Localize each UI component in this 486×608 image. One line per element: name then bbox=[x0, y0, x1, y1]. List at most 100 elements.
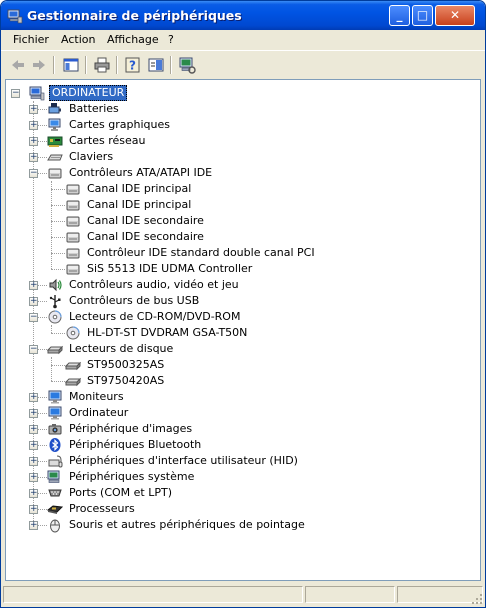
window-title: Gestionnaire de périphériques bbox=[27, 8, 242, 23]
expand-icon[interactable]: + bbox=[29, 425, 38, 434]
tree-node-label: ST9500325AS bbox=[87, 358, 165, 371]
disk-icon bbox=[65, 361, 81, 371]
scan-hardware-icon[interactable] bbox=[177, 55, 197, 75]
back-icon[interactable] bbox=[8, 55, 28, 75]
maximize-button[interactable]: □ bbox=[412, 5, 433, 26]
menu-fichier[interactable]: Fichier bbox=[13, 33, 49, 46]
tree-node-label: Lecteurs de disque bbox=[69, 342, 174, 355]
menu-help[interactable]: ? bbox=[168, 33, 174, 46]
tree-node-label: Canal IDE secondaire bbox=[87, 230, 204, 243]
tree-node-label: Lecteurs de CD-ROM/DVD-ROM bbox=[69, 310, 241, 323]
expand-icon[interactable]: + bbox=[29, 489, 38, 498]
tree-node-label: Canal IDE principal bbox=[87, 198, 192, 211]
cpu-icon bbox=[47, 505, 63, 514]
properties-help-icon[interactable]: ? bbox=[123, 55, 143, 75]
ide-icon bbox=[66, 248, 80, 259]
title-bar[interactable]: Gestionnaire de périphériques _ □ ✕ bbox=[1, 1, 485, 30]
collapse-icon[interactable]: − bbox=[11, 89, 20, 98]
disk-icon bbox=[65, 377, 81, 387]
expand-icon[interactable]: + bbox=[29, 105, 38, 114]
expand-icon[interactable]: + bbox=[29, 409, 38, 418]
tree-node-label: Contrôleurs de bus USB bbox=[69, 294, 200, 307]
status-cell bbox=[3, 586, 303, 603]
tree-branch-line bbox=[51, 357, 52, 381]
tree-node-label: Processeurs bbox=[69, 502, 135, 515]
tree-connector bbox=[51, 237, 65, 238]
svg-text:?: ? bbox=[129, 59, 136, 73]
port-icon bbox=[48, 489, 62, 497]
monitor-icon bbox=[48, 390, 62, 404]
tree-node-label: HL-DT-ST DVDRAM GSA-T50N bbox=[87, 326, 248, 339]
tree-node-label: SiS 5513 IDE UDMA Controller bbox=[87, 262, 253, 275]
bluetooth-icon bbox=[49, 438, 61, 452]
expand-icon[interactable]: + bbox=[29, 473, 38, 482]
print-icon[interactable] bbox=[92, 55, 112, 75]
tree-connector bbox=[51, 221, 65, 222]
ide-icon bbox=[66, 264, 80, 275]
expand-icon[interactable]: + bbox=[29, 137, 38, 146]
tree-node-label: Ports (COM et LPT) bbox=[69, 486, 173, 499]
tree-node-label: Périphériques système bbox=[69, 470, 195, 483]
expand-icon[interactable]: + bbox=[29, 457, 38, 466]
ide-icon bbox=[66, 232, 80, 243]
close-button[interactable]: ✕ bbox=[435, 5, 475, 26]
show-hide-console-tree-icon[interactable] bbox=[61, 55, 81, 75]
collapse-icon[interactable]: − bbox=[29, 345, 38, 354]
expand-icon[interactable]: + bbox=[29, 121, 38, 130]
tree-connector bbox=[51, 269, 65, 270]
tree-node-label: Canal IDE secondaire bbox=[87, 214, 204, 227]
toolbar-separator bbox=[116, 56, 118, 74]
close-icon: ✕ bbox=[449, 8, 461, 22]
cdrom-icon bbox=[66, 326, 80, 340]
tree-node-label: Claviers bbox=[69, 150, 114, 163]
tree-node-label: ORDINATEUR bbox=[49, 85, 128, 101]
tree-node-label: Périphériques Bluetooth bbox=[69, 438, 202, 451]
ide-icon bbox=[48, 168, 62, 179]
tree-branch-line bbox=[51, 181, 52, 269]
tree-node-label: Contrôleurs audio, vidéo et jeu bbox=[69, 278, 239, 291]
expand-icon[interactable]: + bbox=[29, 505, 38, 514]
ide-icon bbox=[66, 184, 80, 195]
usb-icon bbox=[49, 295, 61, 309]
keyboard-icon bbox=[47, 154, 63, 161]
menu-action[interactable]: Action bbox=[61, 33, 95, 46]
cdrom-icon bbox=[48, 310, 62, 324]
mouse-icon bbox=[50, 519, 60, 533]
tree-connector bbox=[51, 189, 65, 190]
tree-node-label: Contrôleurs ATA/ATAPI IDE bbox=[69, 166, 213, 179]
tree-node-label: Contrôleur IDE standard double canal PCI bbox=[87, 246, 315, 259]
toolbar-separator bbox=[53, 56, 55, 74]
camera-icon bbox=[48, 424, 62, 435]
collapse-icon[interactable]: − bbox=[29, 313, 38, 322]
collapse-icon[interactable]: − bbox=[29, 169, 38, 178]
status-cell bbox=[305, 586, 395, 603]
audio-icon bbox=[49, 278, 62, 292]
minimize-button[interactable]: _ bbox=[389, 5, 410, 26]
expand-icon[interactable]: + bbox=[29, 281, 38, 290]
resize-grip-icon[interactable] bbox=[471, 593, 483, 605]
expand-icon[interactable]: + bbox=[29, 153, 38, 162]
battery-icon bbox=[48, 103, 61, 114]
expand-icon[interactable]: + bbox=[29, 393, 38, 402]
device-tree[interactable]: ORDINATEUR − Batteries + Cartes graphiques + C… bbox=[5, 79, 481, 581]
menu-affichage[interactable]: Affichage bbox=[107, 33, 159, 46]
network-icon bbox=[47, 136, 63, 147]
maximize-icon: □ bbox=[416, 8, 429, 22]
expand-icon[interactable]: + bbox=[29, 297, 38, 306]
system-icon bbox=[47, 470, 60, 483]
tree-node-label: Ordinateur bbox=[69, 406, 129, 419]
hid-icon bbox=[48, 455, 63, 468]
disk-icon bbox=[47, 345, 63, 355]
tree-node-label: Moniteurs bbox=[69, 390, 124, 403]
ide-icon bbox=[66, 200, 80, 211]
menu-bar: Fichier Action Affichage ? bbox=[1, 30, 485, 50]
tree-node-label: Batteries bbox=[69, 102, 119, 115]
properties-icon[interactable] bbox=[146, 55, 166, 75]
forward-icon[interactable] bbox=[29, 55, 49, 75]
tree-node-label: Canal IDE principal bbox=[87, 182, 192, 195]
tree-connector bbox=[51, 205, 65, 206]
monitor-icon bbox=[48, 406, 62, 420]
status-bar bbox=[1, 583, 485, 607]
expand-icon[interactable]: + bbox=[29, 521, 38, 530]
expand-icon[interactable]: + bbox=[29, 441, 38, 450]
